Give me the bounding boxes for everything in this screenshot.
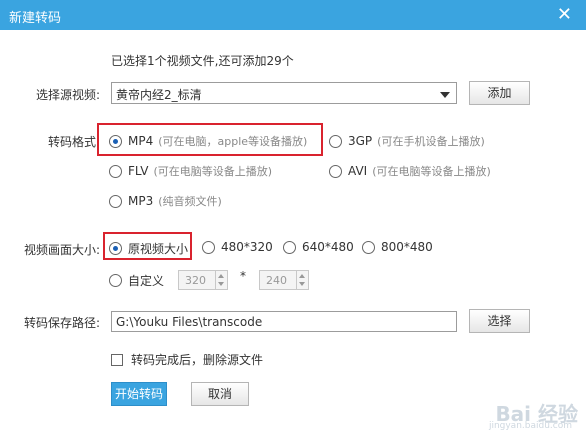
choose-path-button[interactable]: 选择	[469, 309, 530, 333]
radio-icon	[329, 164, 342, 178]
format-label: 转码格式:	[48, 135, 101, 149]
radio-icon	[362, 240, 375, 254]
custom-height-stepper[interactable]: 240	[259, 270, 309, 290]
size-label: 视频画面大小:	[24, 243, 101, 257]
radio-icon	[329, 134, 342, 148]
start-transcode-button[interactable]: 开始转码	[111, 382, 167, 406]
close-icon[interactable]: ✕	[557, 4, 572, 25]
custom-width-stepper[interactable]: 320	[178, 270, 228, 290]
cancel-button[interactable]: 取消	[191, 382, 249, 406]
format-option-avi[interactable]: AVI (可在电脑等设备上播放)	[329, 163, 491, 179]
spinner-arrows-icon[interactable]	[215, 271, 227, 289]
size-option-original[interactable]: 原视频大小	[109, 240, 188, 257]
selection-info: 已选择1个视频文件,还可添加29个	[111, 54, 294, 68]
radio-selected-icon	[109, 134, 122, 148]
size-option-800x480[interactable]: 800*480	[362, 240, 433, 254]
new-transcode-dialog: 新建转码 ✕ 已选择1个视频文件,还可添加29个 选择源视频: 黄帝内经2_标清…	[0, 0, 586, 433]
radio-icon	[109, 274, 122, 287]
size-times-symbol: *	[240, 269, 246, 283]
title-bar: 新建转码 ✕	[0, 0, 586, 30]
source-video-label: 选择源视频:	[36, 88, 101, 102]
dialog-title: 新建转码	[9, 11, 62, 26]
source-video-select[interactable]: 黄帝内经2_标清	[111, 82, 457, 104]
source-video-value: 黄帝内经2_标清	[116, 88, 202, 102]
size-option-480x320[interactable]: 480*320	[202, 240, 273, 254]
radio-selected-icon	[109, 242, 122, 255]
chevron-down-icon	[440, 92, 450, 98]
size-option-640x480[interactable]: 640*480	[283, 240, 354, 254]
format-option-flv[interactable]: FLV (可在电脑等设备上播放)	[109, 163, 272, 179]
format-option-3gp[interactable]: 3GP (可在手机设备上播放)	[329, 133, 485, 149]
delete-source-checkbox[interactable]: 转码完成后，删除源文件	[111, 351, 263, 368]
radio-icon	[109, 194, 122, 208]
radio-icon	[109, 164, 122, 178]
add-button[interactable]: 添加	[469, 81, 530, 105]
save-path-label: 转码保存路径:	[24, 316, 101, 330]
format-option-mp4[interactable]: MP4 (可在电脑，apple等设备播放)	[109, 133, 307, 149]
radio-icon	[202, 240, 215, 254]
radio-icon	[283, 240, 296, 254]
watermark-url: jingyan.baidu.com	[488, 421, 572, 431]
checkbox-icon	[111, 353, 123, 366]
size-option-custom[interactable]: 自定义	[109, 272, 164, 289]
save-path-input[interactable]: G:\Youku Files\transcode	[111, 311, 457, 332]
spinner-arrows-icon[interactable]	[296, 271, 308, 289]
format-option-mp3[interactable]: MP3 (纯音频文件)	[109, 193, 222, 209]
